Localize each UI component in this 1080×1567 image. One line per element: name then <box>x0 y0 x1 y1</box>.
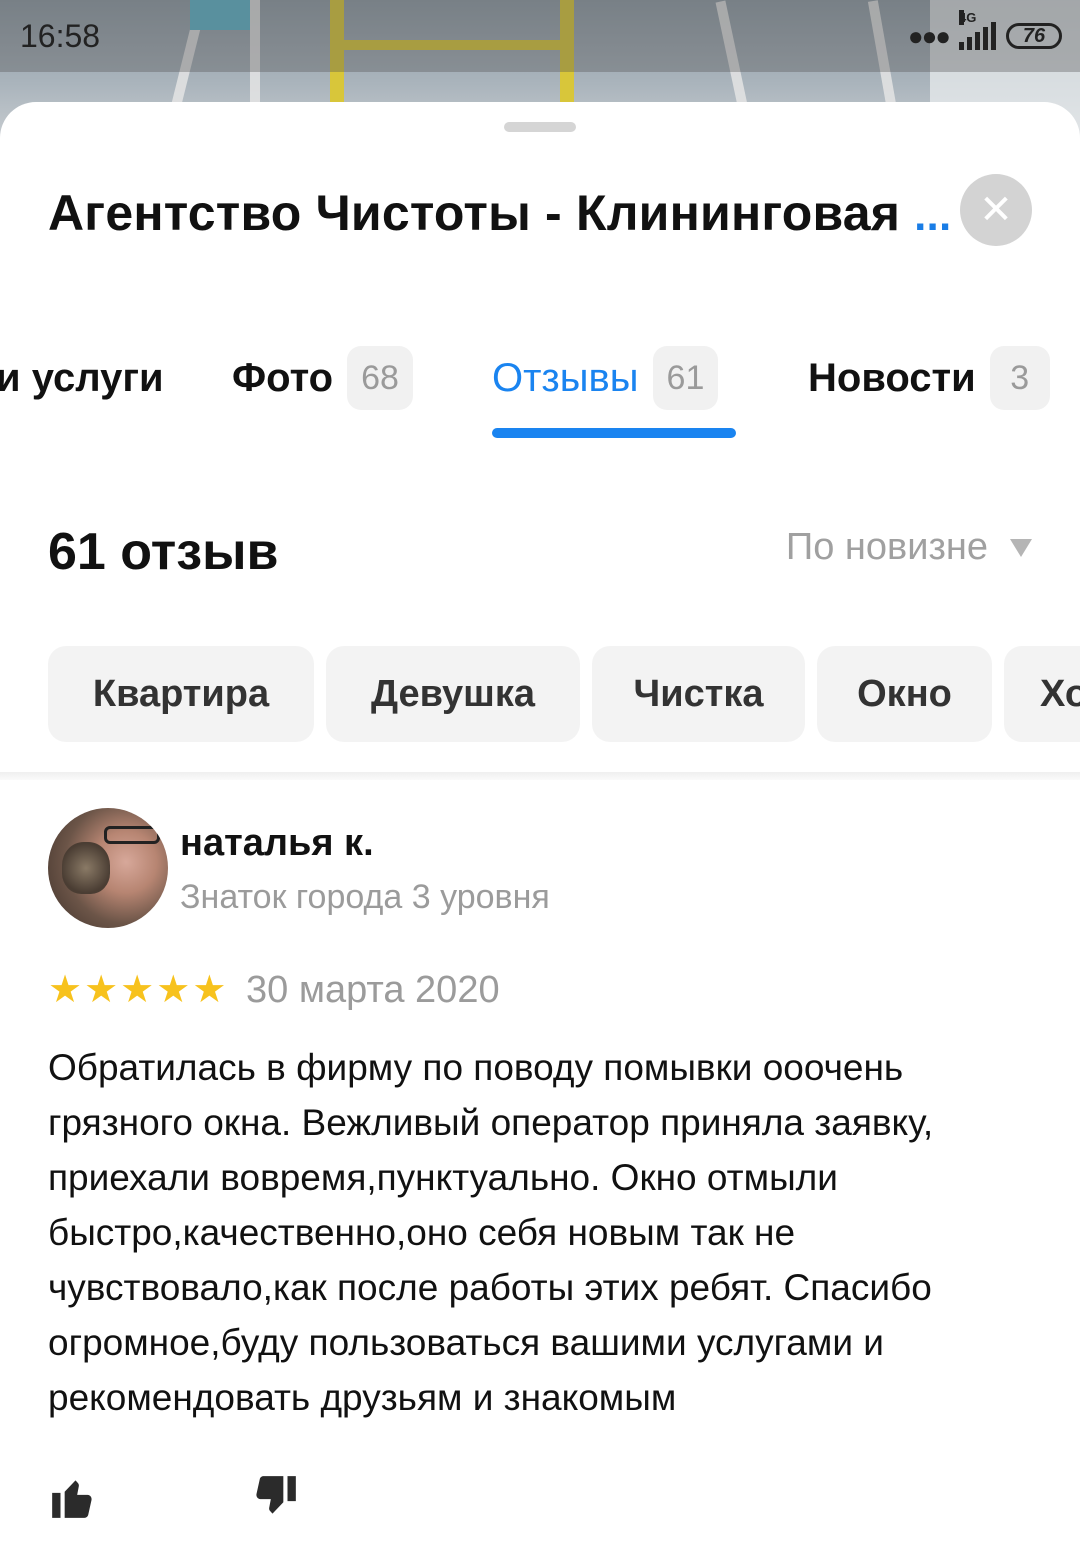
title-ellipsis: ... <box>914 191 952 240</box>
tab-services[interactable]: и услуги <box>0 346 164 410</box>
chevron-down-icon <box>1010 538 1032 557</box>
close-button[interactable]: ✕ <box>960 174 1032 246</box>
tab-news-count: 3 <box>989 346 1050 410</box>
status-bar: 16:58 ●●● 4G 76 <box>0 0 1080 72</box>
tab-bar: и услуги Фото 68 Отзывы 61 Новости 3 <box>0 346 1080 446</box>
bottom-sheet: Агентство Чистоты - Клининговая... ✕ и у… <box>0 102 1080 1567</box>
avatar[interactable] <box>48 808 168 928</box>
sort-dropdown[interactable]: По новизне <box>786 526 1032 569</box>
star-icon: ★ <box>192 969 227 1011</box>
author-name[interactable]: наталья к. <box>180 822 374 865</box>
network-type: 4G <box>959 10 977 25</box>
tab-photo-label: Фото <box>232 355 334 400</box>
active-tab-indicator <box>492 428 736 438</box>
tag-chips: Квартира Девушка Чистка Окно Хо <box>48 646 1080 742</box>
chip-window[interactable]: Окно <box>817 646 992 742</box>
tab-reviews-count: 61 <box>652 346 719 410</box>
status-time: 16:58 <box>20 18 101 54</box>
reviews-count: 61 отзыв <box>48 523 279 581</box>
thumbs-down-icon <box>256 1476 296 1514</box>
org-title-text: Агентство Чистоты - Клининговая <box>48 185 901 241</box>
chip-more[interactable]: Хо <box>1004 646 1080 742</box>
signal-icon: 4G <box>959 10 996 50</box>
star-icon: ★ <box>120 969 155 1011</box>
status-icons: ●●● 4G 76 <box>907 10 1062 56</box>
dislike-button[interactable] <box>250 1472 300 1522</box>
sort-label: По новизне <box>785 526 988 568</box>
battery-icon: 76 <box>1006 23 1062 49</box>
star-icon: ★ <box>48 969 83 1011</box>
rating-stars: ★ ★ ★ ★ ★ <box>48 968 226 1012</box>
star-icon: ★ <box>84 969 119 1011</box>
review-date: 30 марта 2020 <box>246 969 500 1011</box>
thumbs-up-icon <box>52 1480 92 1518</box>
chip-girl[interactable]: Девушка <box>326 646 580 742</box>
tab-services-label: и услуги <box>0 355 164 400</box>
tab-reviews[interactable]: Отзывы 61 <box>492 346 719 410</box>
more-dots-icon: ●●● <box>907 20 951 51</box>
star-icon: ★ <box>156 969 191 1011</box>
chip-apartment[interactable]: Квартира <box>48 646 314 742</box>
author-level: Знаток города 3 уровня <box>180 878 550 916</box>
tab-news-label: Новости <box>808 355 976 400</box>
tab-reviews-label: Отзывы <box>492 355 639 400</box>
sheet-grabber[interactable] <box>504 122 576 132</box>
like-button[interactable] <box>48 1472 98 1522</box>
tab-photo-count: 68 <box>347 346 413 410</box>
tab-news[interactable]: Новости 3 <box>808 346 1050 410</box>
close-icon: ✕ <box>979 188 1013 232</box>
tab-photo[interactable]: Фото 68 <box>232 346 413 410</box>
review-text: Обратилась в фирму по поводу помывки ооо… <box>48 1047 934 1418</box>
org-title: Агентство Чистоты - Клининговая... <box>48 184 951 242</box>
divider <box>0 772 1080 780</box>
chip-cleaning[interactable]: Чистка <box>592 646 805 742</box>
